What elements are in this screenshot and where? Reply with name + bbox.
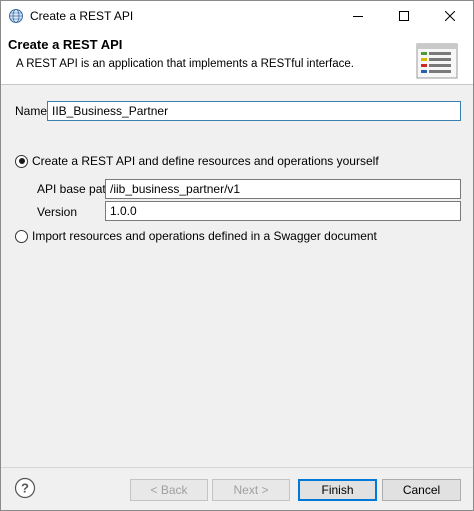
create-api-option[interactable]: Create a REST API and define resources a… xyxy=(15,154,379,168)
minimize-icon xyxy=(353,16,363,17)
import-swagger-option[interactable]: Import resources and operations defined … xyxy=(15,229,377,243)
import-swagger-radio[interactable] xyxy=(15,229,28,243)
cancel-button[interactable]: Cancel xyxy=(382,479,461,501)
finish-button[interactable]: Finish xyxy=(298,479,377,501)
import-swagger-option-label: Import resources and operations defined … xyxy=(32,229,377,243)
create-api-radio[interactable] xyxy=(15,154,28,168)
version-label: Version xyxy=(37,205,78,219)
create-rest-api-dialog: Create a REST API Create a REST API A RE… xyxy=(0,0,474,511)
minimize-button[interactable] xyxy=(335,1,381,31)
maximize-button[interactable] xyxy=(381,1,427,31)
close-icon xyxy=(445,11,455,21)
title-bar[interactable]: Create a REST API xyxy=(1,1,473,31)
maximize-icon xyxy=(399,11,409,21)
wizard-header: Create a REST API A REST API is an appli… xyxy=(1,31,473,85)
base-path-input[interactable] xyxy=(105,179,461,199)
svg-text:?: ? xyxy=(21,481,29,496)
name-label: Name xyxy=(15,104,48,118)
name-input[interactable] xyxy=(47,101,461,121)
rest-api-wizard-icon xyxy=(416,43,458,79)
wizard-description: A REST API is an application that implem… xyxy=(16,58,354,70)
window-title: Create a REST API xyxy=(30,9,134,23)
close-button[interactable] xyxy=(427,1,473,31)
help-icon[interactable]: ? xyxy=(14,477,36,499)
next-button[interactable]: Next > xyxy=(212,479,290,501)
back-button[interactable]: < Back xyxy=(130,479,208,501)
wizard-title: Create a REST API xyxy=(8,37,123,52)
footer-separator xyxy=(1,467,473,468)
version-input[interactable] xyxy=(105,201,461,221)
create-api-option-label: Create a REST API and define resources a… xyxy=(32,154,379,168)
globe-icon xyxy=(9,9,23,23)
base-path-label: API base path xyxy=(37,182,113,196)
